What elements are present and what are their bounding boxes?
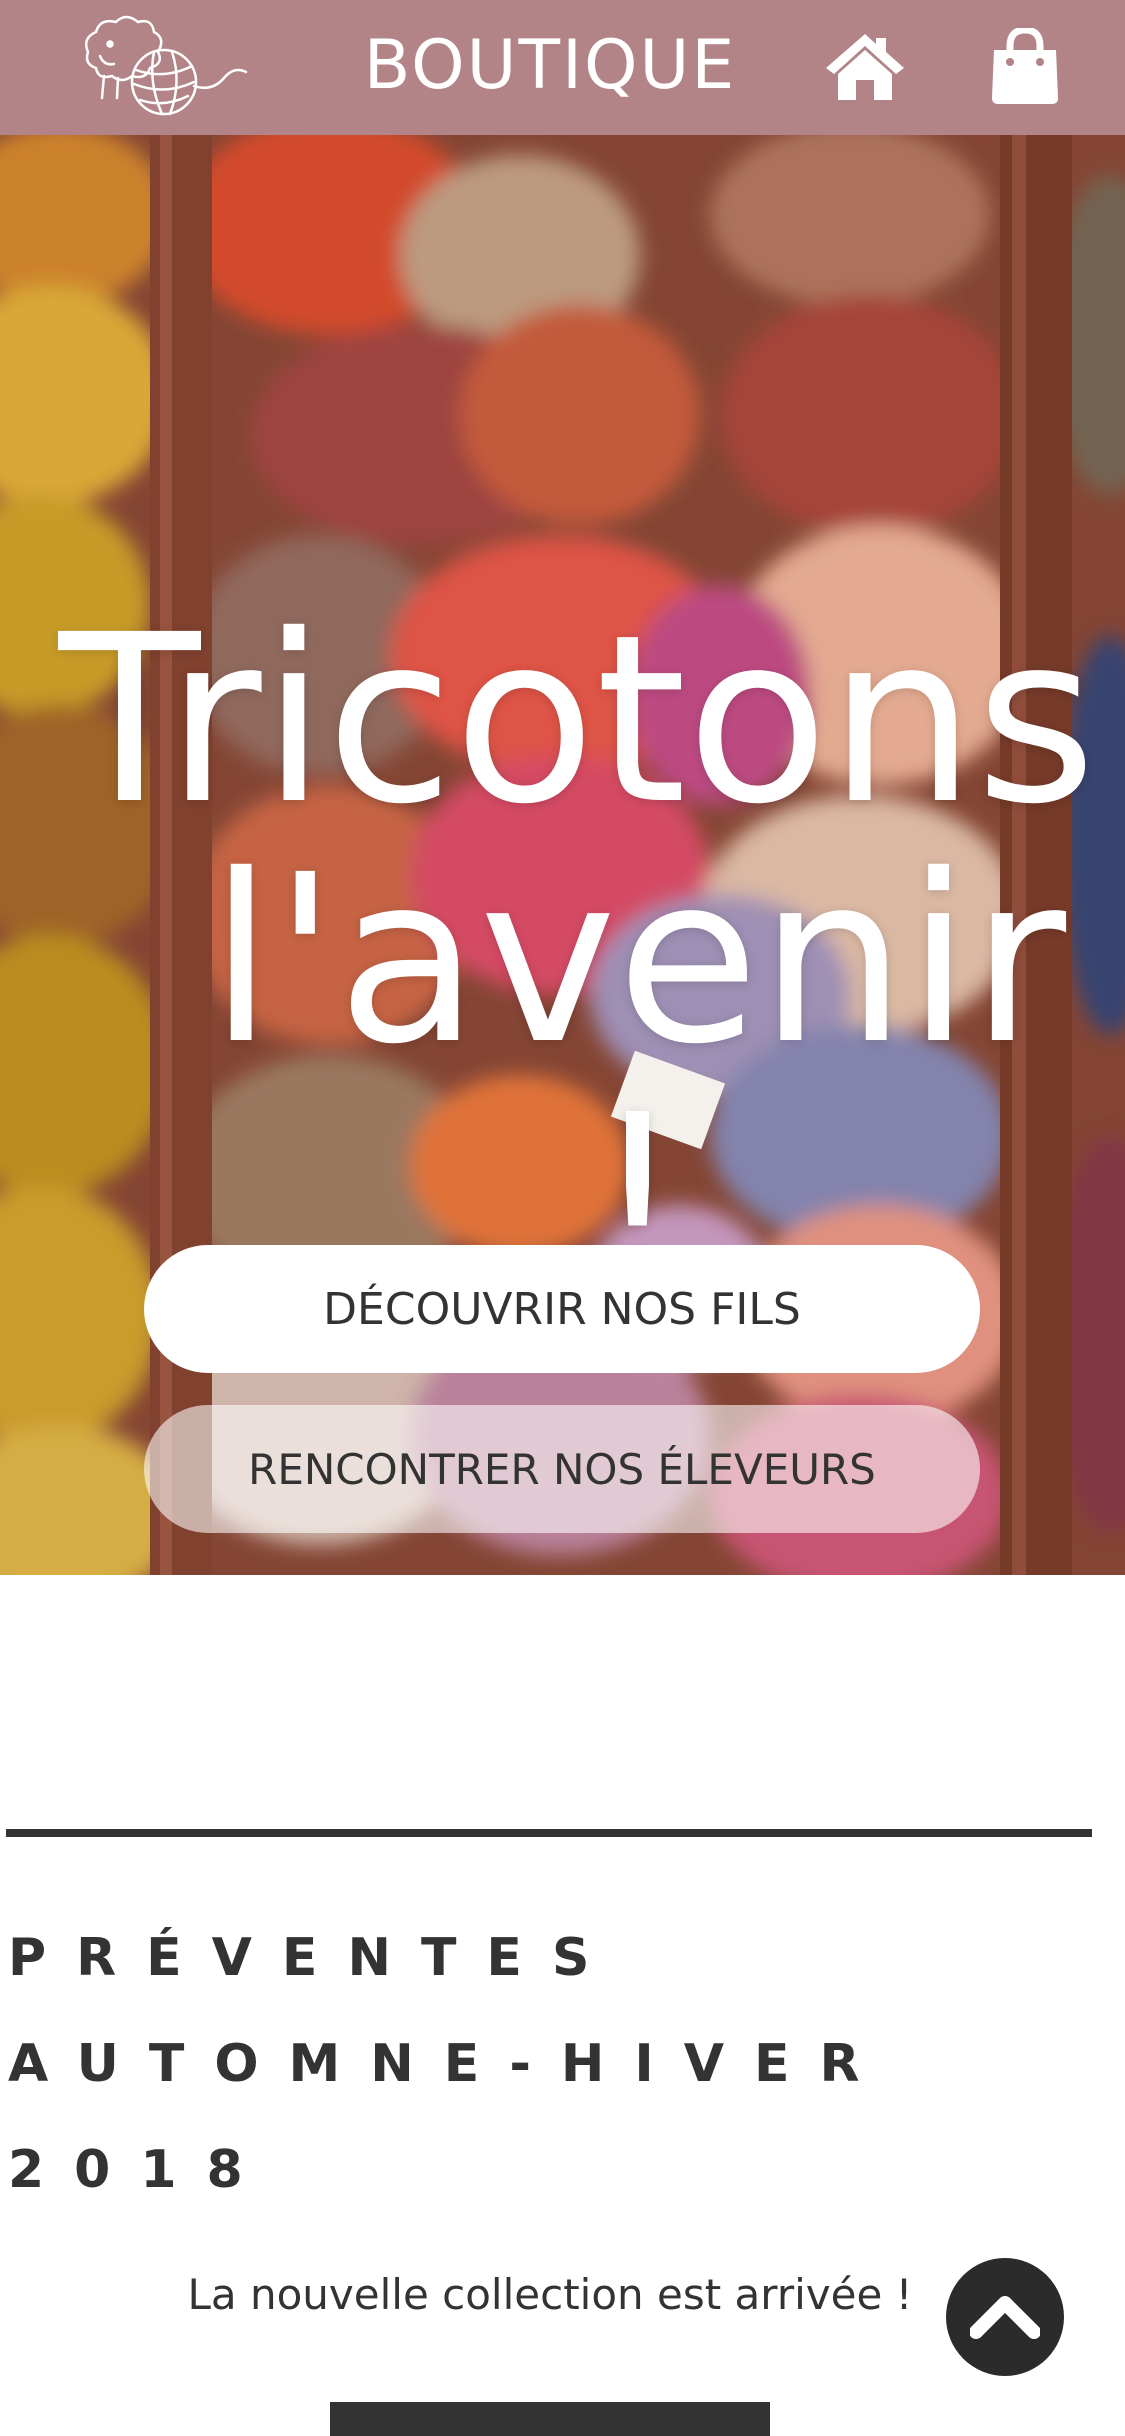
section-title-line1: PRÉVENTES (8, 1928, 620, 1988)
discover-yarns-button[interactable]: DÉCOUVRIR NOS FILS (144, 1245, 980, 1373)
meet-breeders-button[interactable]: RENCONTRER NOS ÉLEVEURS (144, 1405, 980, 1533)
section-title-line2: AUTOMNE-HIVER (8, 2034, 890, 2094)
sheep-yarn-logo-icon[interactable] (74, 12, 258, 122)
home-icon[interactable] (824, 30, 906, 102)
section-title: PRÉVENTES AUTOMNE-HIVER 2018 (8, 1905, 1118, 2223)
chevron-up-icon (970, 2296, 1040, 2339)
shopping-bag-icon[interactable] (990, 28, 1060, 104)
section-title-line3: 2018 (8, 2140, 273, 2200)
hero-banner: Tricotons l'avenir ! DÉCOUVRIR NOS FILS … (0, 135, 1125, 1575)
section-subtitle: La nouvelle collection est arrivée ! (187, 2270, 913, 2319)
scroll-to-top-button[interactable] (946, 2258, 1064, 2376)
brand-title[interactable]: BOUTIQUE (340, 26, 760, 105)
hero-title-line1: Tricotons (58, 585, 1097, 855)
section-divider (6, 1829, 1092, 1837)
top-header: BOUTIQUE (0, 0, 1125, 135)
collection-button[interactable] (330, 2402, 770, 2436)
hero-title: Tricotons l'avenir ! (0, 600, 1125, 1320)
